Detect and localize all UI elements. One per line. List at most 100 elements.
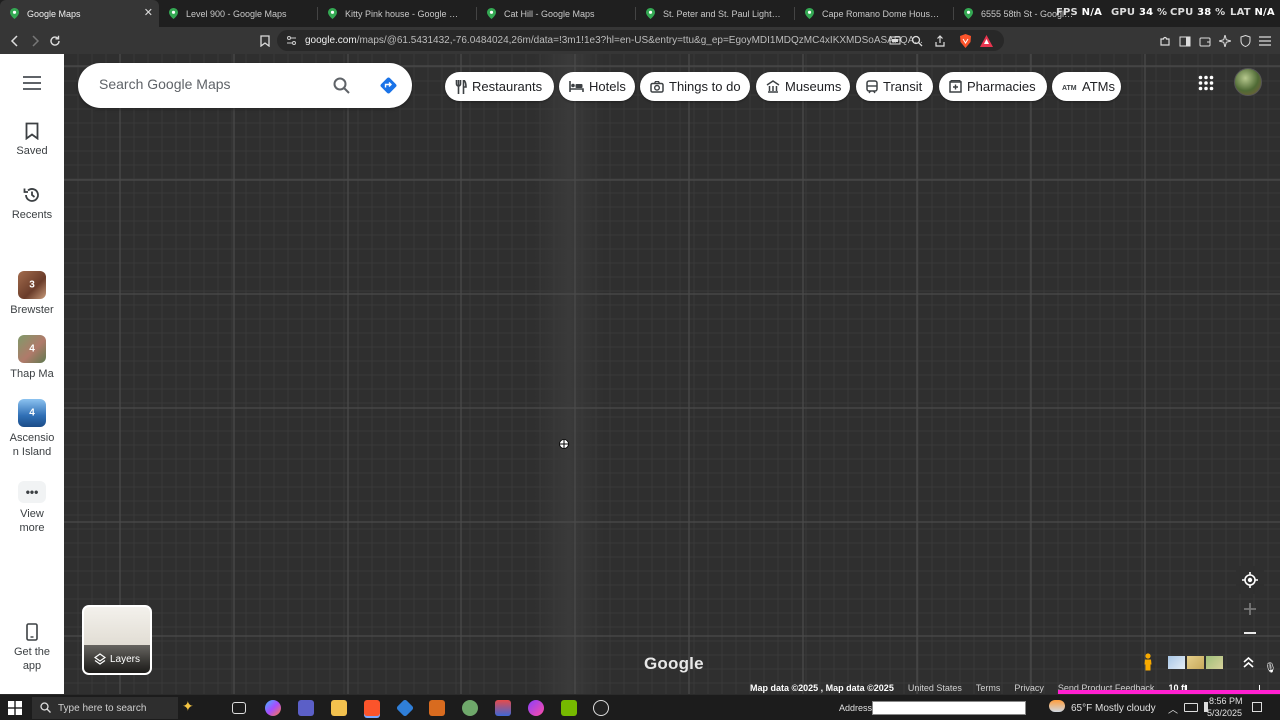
sparkle-icon	[1219, 35, 1231, 47]
tab-cat-hill[interactable]: Cat Hill - Google Maps	[477, 0, 636, 27]
brave-lion-icon	[959, 34, 971, 48]
zoom-out-button[interactable]	[1236, 619, 1264, 647]
bookmark-button[interactable]	[256, 32, 274, 50]
app-icon-purple[interactable]	[298, 700, 314, 716]
imagery-thumb-terrain[interactable]	[1187, 656, 1204, 669]
chip-transit[interactable]: Transit	[856, 72, 933, 101]
clock-date[interactable]: 5/3/2025	[1207, 708, 1242, 718]
my-location-button[interactable]	[1236, 566, 1264, 594]
close-tab-icon[interactable]: ✕	[144, 6, 153, 19]
recent-place-brewster[interactable]: 3 Brewster	[0, 271, 64, 317]
chip-things-to-do[interactable]: Things to do	[640, 72, 750, 101]
privacy-link[interactable]: Privacy	[1014, 683, 1044, 693]
url-domain: google.com	[305, 35, 357, 46]
arrow-right-icon	[32, 35, 40, 47]
brave-taskbar-icon[interactable]	[364, 700, 380, 716]
apps-grid-icon	[1198, 75, 1214, 91]
tab-label: Cape Romano Dome House - Goog	[822, 8, 940, 19]
nvidia-icon[interactable]	[561, 700, 577, 716]
sidebar-button[interactable]	[1176, 32, 1194, 50]
browser-menu-button[interactable]	[1256, 32, 1274, 50]
share-button[interactable]	[931, 32, 949, 50]
notifications-icon[interactable]	[1252, 702, 1262, 712]
chip-restaurants[interactable]: Restaurants	[445, 72, 554, 101]
start-button[interactable]	[8, 701, 22, 715]
imagery-thumb-satellite[interactable]	[1206, 656, 1223, 669]
copilot-sparkle-icon[interactable]: ✦	[182, 698, 194, 715]
google-apps-button[interactable]	[1192, 69, 1220, 97]
tab-cape-romano[interactable]: Cape Romano Dome House - Goog	[795, 0, 954, 27]
reload-button[interactable]	[46, 32, 64, 50]
weather-text[interactable]: 65°F Mostly cloudy	[1071, 703, 1156, 714]
saved-button[interactable]: Saved	[0, 122, 64, 158]
recents-button[interactable]: Recents	[0, 186, 64, 222]
vpn-button[interactable]	[1236, 32, 1254, 50]
copilot-icon[interactable]	[265, 700, 281, 716]
recent-place-ascension-island[interactable]: 4 Ascensio n Island	[0, 399, 64, 459]
clock-time[interactable]: 8:56 PM	[1209, 696, 1243, 706]
chip-label: ATMs	[1082, 79, 1115, 94]
maps-pin-icon	[169, 8, 178, 19]
task-view-icon[interactable]	[232, 702, 246, 714]
expand-imagery-button[interactable]	[1234, 648, 1262, 676]
site-settings-icon[interactable]	[286, 35, 297, 46]
cast-icon	[889, 36, 901, 45]
double-chevron-up-icon	[1242, 656, 1254, 668]
directions-button[interactable]	[379, 76, 398, 95]
chip-hotels[interactable]: Hotels	[559, 72, 635, 101]
app-icon-green[interactable]	[462, 700, 478, 716]
bed-icon	[569, 81, 584, 92]
extensions-button[interactable]	[1156, 32, 1174, 50]
magnifier-icon	[911, 35, 923, 47]
windows-logo-icon	[8, 701, 22, 715]
menu-button[interactable]	[0, 76, 64, 90]
country-link[interactable]: United States	[908, 683, 962, 693]
left-rail: Saved Recents 3 Brewster 4 Thap Ma 4 Asc…	[0, 54, 64, 694]
chip-atms[interactable]: ATM ATMs	[1052, 72, 1121, 101]
cast-button[interactable]	[886, 32, 904, 50]
atm-icon: ATM	[1062, 83, 1077, 91]
hud-gpu: GPU 34 %	[1111, 7, 1168, 18]
tab-st-peter-lighthouse[interactable]: St. Peter and St. Paul Lighthouse and	[636, 0, 795, 27]
terms-link[interactable]: Terms	[976, 683, 1001, 693]
app-icon-orange[interactable]	[429, 700, 445, 716]
brave-rewards-button[interactable]	[977, 32, 995, 50]
more-dots-icon: •••	[18, 481, 46, 503]
layers-button[interactable]: Layers	[82, 605, 152, 675]
map-canvas[interactable]	[64, 54, 1280, 694]
chip-label: Things to do	[669, 79, 741, 94]
search-button[interactable]	[333, 77, 350, 94]
taskbar-search[interactable]: Type here to search	[32, 697, 178, 719]
brave-shields-button[interactable]	[956, 32, 974, 50]
file-explorer-icon[interactable]	[331, 700, 347, 716]
forward-button[interactable]	[26, 32, 44, 50]
avatar[interactable]	[1234, 68, 1262, 96]
imagery-thumbnails[interactable]	[1168, 656, 1224, 670]
get-the-app-button[interactable]: Get the app	[0, 623, 64, 673]
keyboard-icon[interactable]	[1184, 703, 1198, 712]
microphone-icon[interactable]: 🎙	[1264, 663, 1277, 674]
address-toolbar-input[interactable]	[872, 701, 1026, 715]
fork-knife-icon	[455, 79, 467, 94]
media-player-icon[interactable]	[593, 700, 609, 716]
wallet-button[interactable]	[1196, 32, 1214, 50]
app-icon-messenger[interactable]	[528, 700, 544, 716]
tab-kitty-pink-house[interactable]: Kitty Pink house - Google Maps	[318, 0, 477, 27]
tab-level-900[interactable]: Level 900 - Google Maps	[159, 0, 318, 27]
pegman-button[interactable]	[1134, 648, 1162, 676]
leo-ai-button[interactable]	[1216, 32, 1234, 50]
chip-museums[interactable]: Museums	[756, 72, 850, 101]
chip-pharmacies[interactable]: Pharmacies	[939, 72, 1047, 101]
imagery-thumb-globe[interactable]	[1168, 656, 1185, 669]
recent-place-thap-ma[interactable]: 4 Thap Ma	[0, 335, 64, 381]
back-button[interactable]	[6, 32, 24, 50]
chip-label: Hotels	[589, 79, 626, 94]
tray-chevron-icon[interactable]: ︿	[1168, 701, 1178, 716]
directions-icon	[380, 77, 397, 94]
view-more-button[interactable]: ••• View more	[0, 481, 64, 535]
zoom-page-button[interactable]	[908, 32, 926, 50]
search-input[interactable]	[99, 76, 329, 92]
app-icon-red-blue[interactable]	[495, 700, 511, 716]
tab-google-maps[interactable]: Google Maps ✕	[0, 0, 159, 27]
app-icon-blue-diamond[interactable]	[395, 698, 415, 718]
